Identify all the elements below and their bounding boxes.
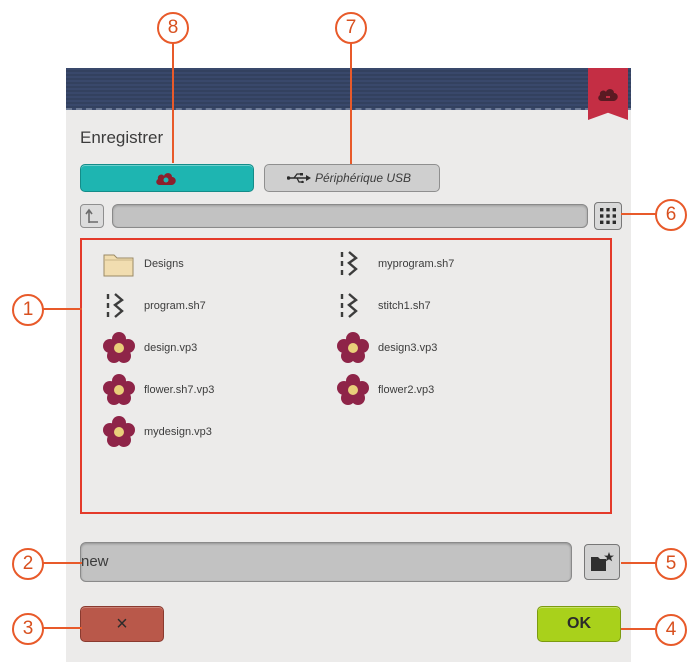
embroidery-flower-icon — [337, 374, 369, 405]
usb-device-label: Périphérique USB — [315, 171, 412, 185]
list-item[interactable]: stitch1.sh7 — [336, 288, 566, 324]
callout-2: 2 — [12, 548, 44, 580]
file-name: design.vp3 — [144, 342, 198, 354]
usb-device-button[interactable]: Périphérique USB — [264, 164, 440, 192]
save-dialog: Enregistrer Périphérique USB Designs myp… — [66, 68, 631, 662]
list-item[interactable]: design.vp3 — [102, 330, 332, 366]
file-name: Designs — [144, 258, 184, 270]
callout-1-line — [42, 308, 82, 310]
list-item[interactable]: flower2.vp3 — [336, 372, 566, 408]
new-folder-button[interactable] — [584, 544, 620, 580]
embroidery-flower-icon — [337, 332, 369, 363]
file-name: myprogram.sh7 — [378, 258, 455, 270]
cloud-icon — [598, 89, 618, 101]
grid-view-icon — [600, 208, 616, 224]
callout-8: 8 — [157, 12, 189, 44]
usb-icon — [287, 173, 311, 183]
new-folder-icon — [591, 552, 614, 571]
list-item[interactable]: myprogram.sh7 — [336, 246, 566, 282]
file-list: Designs myprogram.sh7 program.sh7 stitch… — [80, 238, 612, 514]
stitch-program-icon — [340, 293, 358, 318]
file-name: stitch1.sh7 — [378, 300, 431, 312]
callout-6-line — [621, 213, 657, 215]
dialog-title: Enregistrer — [80, 128, 164, 147]
callout-4-line — [621, 628, 657, 630]
callout-4: 4 — [655, 614, 687, 646]
file-name: program.sh7 — [144, 300, 206, 312]
file-name: mydesign.vp3 — [144, 426, 212, 438]
file-name: flower.sh7.vp3 — [144, 384, 215, 396]
callout-2-line — [42, 562, 82, 564]
callout-7: 7 — [335, 12, 367, 44]
folder-up-icon — [85, 208, 98, 223]
list-item[interactable]: flower.sh7.vp3 — [102, 372, 332, 408]
callout-5: 5 — [655, 548, 687, 580]
callout-1: 1 — [12, 294, 44, 326]
callout-7-line — [350, 42, 352, 164]
list-item[interactable]: mydesign.vp3 — [102, 414, 332, 450]
embroidery-flower-icon — [103, 374, 135, 405]
cloud-storage-button[interactable] — [80, 164, 254, 192]
callout-8-line — [172, 42, 174, 163]
view-toggle-button[interactable] — [594, 202, 622, 230]
cloud-icon — [156, 173, 176, 185]
current-path-field[interactable] — [112, 204, 588, 228]
filename-input[interactable]: new — [80, 542, 572, 582]
dialog-header — [66, 68, 631, 110]
filename-value: new — [81, 553, 109, 570]
cancel-button[interactable]: × — [80, 606, 164, 642]
list-item[interactable]: design3.vp3 — [336, 330, 566, 366]
file-name: flower2.vp3 — [378, 384, 435, 396]
stitch-program-icon — [340, 251, 358, 276]
folder-icon — [103, 254, 134, 277]
folder-up-button[interactable] — [80, 204, 104, 228]
file-name: design3.vp3 — [378, 342, 438, 354]
list-item[interactable]: program.sh7 — [102, 288, 332, 324]
ok-button[interactable]: OK — [537, 606, 621, 642]
callout-3-line — [42, 627, 82, 629]
callout-5-line — [621, 562, 657, 564]
callout-6: 6 — [655, 199, 687, 231]
embroidery-flower-icon — [103, 332, 135, 363]
callout-3: 3 — [12, 613, 44, 645]
cloud-ribbon-tab[interactable] — [588, 68, 628, 120]
stitch-program-icon — [106, 293, 124, 318]
list-item[interactable]: Designs — [102, 246, 332, 282]
embroidery-flower-icon — [103, 416, 135, 447]
